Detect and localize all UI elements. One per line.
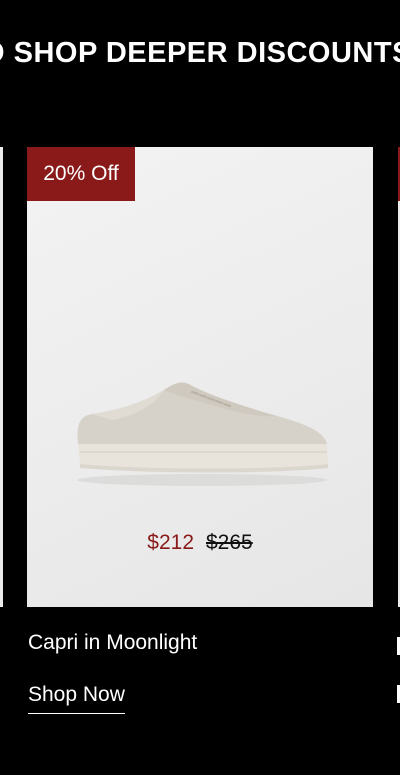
shop-now-link[interactable]: Shop Now: [28, 681, 125, 714]
price-row: $212 $265: [27, 531, 373, 555]
product-card[interactable]: 20% Off $212 $265: [27, 147, 373, 607]
promo-banner-text: O SHOP DEEPER DISCOUNTS: [0, 37, 400, 69]
product-carousel[interactable]: 20% Off $212 $265 Capri in Moonlight Shop…: [0, 147, 400, 775]
product-name[interactable]: Capri in Moonlight: [28, 630, 197, 656]
discount-badge: 20% Off: [27, 147, 135, 201]
original-price: $265: [206, 531, 253, 554]
sneaker-image[interactable]: [72, 372, 332, 492]
promo-page: O SHOP DEEPER DISCOUNTS 20% Off $212 $265: [0, 0, 400, 775]
previous-product-card-edge[interactable]: [0, 147, 3, 607]
sale-price: $212: [147, 531, 194, 554]
